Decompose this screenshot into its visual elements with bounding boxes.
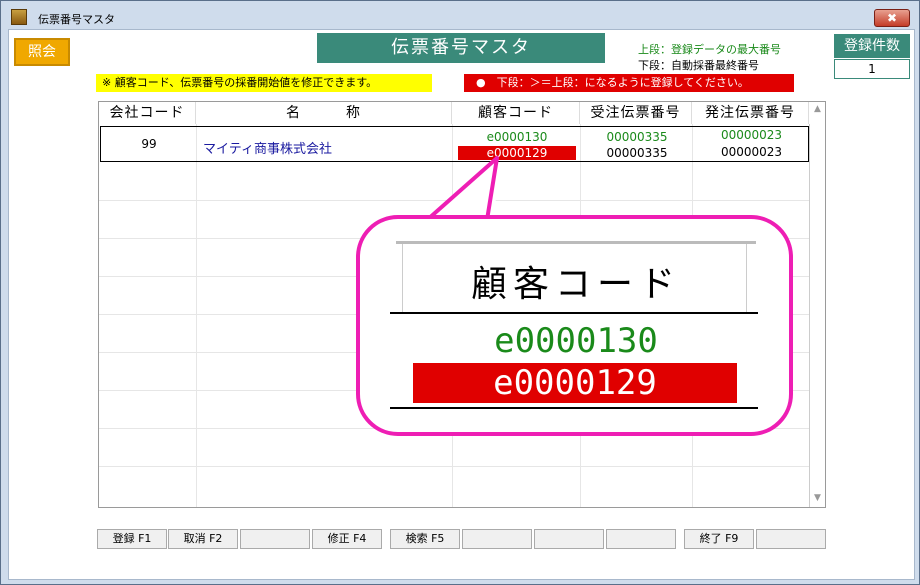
- callout-top-border: [396, 241, 756, 244]
- grid-line: [196, 124, 197, 507]
- callout-divider: [390, 312, 758, 314]
- customer-code-max-cell: e0000130: [486, 130, 548, 144]
- fkey-button-f10[interactable]: [756, 529, 826, 549]
- fkey-button-f4[interactable]: 修正 F4: [312, 529, 382, 549]
- legend-bottom: 下段：自動採番最終番号: [638, 59, 759, 72]
- page-title: 伝票番号マスタ: [317, 33, 605, 63]
- fkey-button-f8[interactable]: [606, 529, 676, 549]
- window-title: 伝票番号マスタ: [38, 13, 115, 26]
- grid-line: [809, 124, 810, 507]
- callout-divider-bottom: [390, 407, 758, 409]
- close-button[interactable]: ✖: [874, 9, 910, 27]
- fkey-button-f2[interactable]: 取消 F2: [168, 529, 238, 549]
- app-icon: [11, 9, 27, 25]
- callout-value-last: e0000129: [413, 363, 737, 403]
- order-no-last-cell[interactable]: 00000335: [581, 146, 693, 160]
- column-header-customer-code: 顧客コード: [452, 102, 580, 124]
- note-red: ● 下段：＞＝上段：になるように登録してください。: [464, 74, 794, 92]
- fkey-button-f7[interactable]: [534, 529, 604, 549]
- order-no-max-cell: 00000335: [606, 130, 668, 144]
- scroll-down-icon[interactable]: ▼: [810, 491, 825, 505]
- callout-value-max: e0000130: [494, 321, 658, 361]
- fkey-button-f1[interactable]: 登録 F1: [97, 529, 167, 549]
- title-bar: 伝票番号マスタ ✖: [1, 1, 919, 29]
- note-yellow: ※ 顧客コード、伝票番号の採番開始値を修正できます。: [96, 74, 432, 92]
- column-header-name: 名 称: [196, 102, 452, 124]
- scroll-up-icon[interactable]: ▲: [810, 102, 825, 116]
- zoom-callout: 顧客コード e0000130 e0000129: [356, 215, 793, 436]
- fkey-button-f6[interactable]: [462, 529, 532, 549]
- column-header-order-no: 受注伝票番号: [580, 102, 692, 124]
- column-header-purchase-no: 発注伝票番号: [692, 102, 809, 124]
- count-value: 1: [834, 59, 910, 79]
- main-window: 伝票番号マスタ ✖ 照会 伝票番号マスタ 上段：登録データの最大番号 下段：自動…: [0, 0, 920, 585]
- count-label: 登録件数: [834, 34, 910, 58]
- callout-header: 顧客コード: [470, 264, 681, 305]
- purchase-no-max-cell: 00000023: [720, 128, 783, 142]
- purchase-no-last-cell[interactable]: 00000023: [693, 145, 810, 159]
- fkey-button-f3[interactable]: [240, 529, 310, 549]
- fkey-button-f5[interactable]: 検索 F5: [390, 529, 460, 549]
- company-code-cell: 99: [141, 137, 157, 151]
- legend-top: 上段：登録データの最大番号: [638, 43, 781, 56]
- name-cell: マイティ商事株式会社: [203, 142, 332, 157]
- shokai-button[interactable]: 照会: [14, 38, 70, 66]
- grid-line: [99, 466, 809, 467]
- column-header-company-code: 会社コード: [99, 102, 196, 124]
- fkey-button-f9[interactable]: 終了 F9: [684, 529, 754, 549]
